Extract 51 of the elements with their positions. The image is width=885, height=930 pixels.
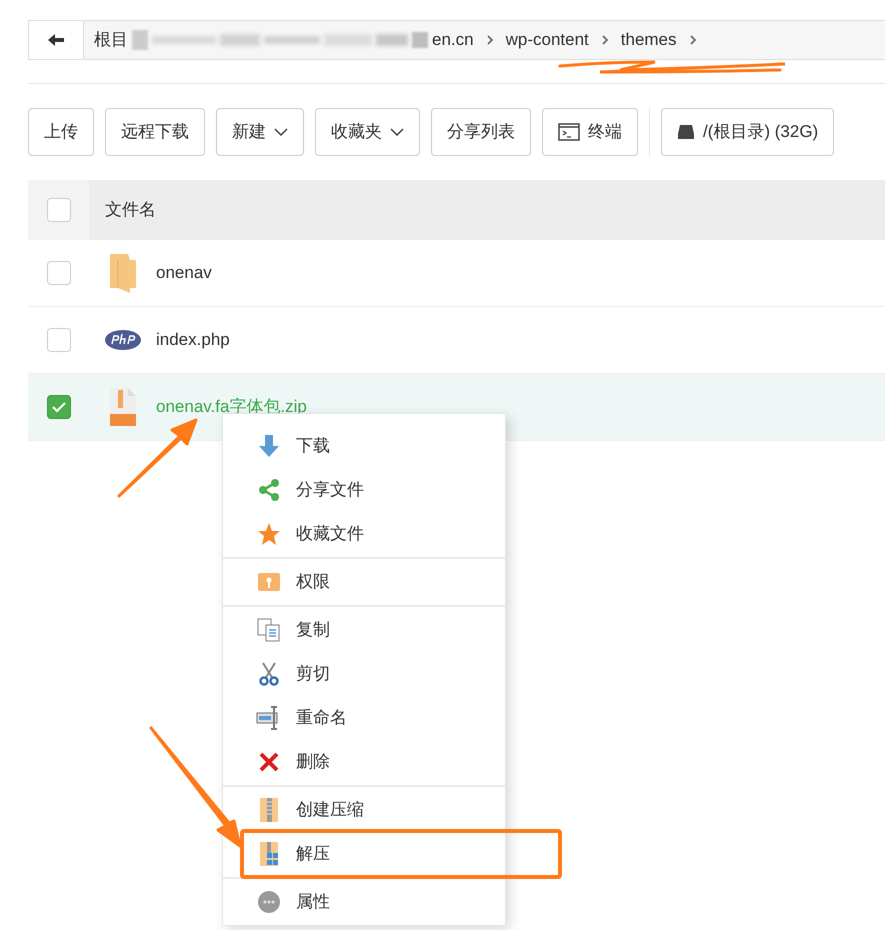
breadcrumb-link[interactable]: wp-content [506,27,589,53]
file-name[interactable]: index.php [144,327,230,353]
key-folder-icon [257,572,281,592]
menu-item[interactable]: 解压 [223,832,505,876]
menu-item[interactable]: 收藏文件 [223,512,505,556]
menu-item[interactable]: 删除 [223,740,505,784]
checkbox[interactable] [46,395,70,419]
zipper-icon [258,841,280,867]
chevron-icon [688,34,697,46]
breadcrumb-link[interactable]: en.cn [432,27,474,53]
file-name[interactable]: onenav [144,260,212,286]
dotted-circle-icon [257,890,281,914]
checkbox[interactable] [46,261,70,285]
copy-icon [257,618,281,642]
toolbar-button[interactable]: 上传 [28,108,94,156]
folder-icon [108,252,138,294]
checkbox[interactable] [46,198,70,222]
caret-icon [390,128,404,136]
menu-item[interactable]: 复制 [223,608,505,652]
chevron-icon [486,34,494,46]
disk-button[interactable]: /(根目录) (32G) [661,108,834,156]
menu-item[interactable]: 剪切 [223,652,505,696]
drive-icon [677,124,695,140]
toolbar-button[interactable]: 收藏夹 [315,108,420,156]
toolbar-button[interactable]: 分享列表 [431,108,531,156]
menu-item[interactable]: 权限 [223,560,505,604]
php-icon [104,329,142,351]
zipper-icon [258,797,280,823]
breadcrumb-link[interactable]: 根目 [94,27,128,53]
star-icon [257,522,281,546]
checkbox[interactable] [46,328,70,352]
toolbar-button[interactable]: 远程下载 [105,108,205,156]
share-icon [257,478,281,502]
back-arrow-icon [47,33,65,47]
check-icon [50,401,66,413]
chevron-icon [600,34,609,46]
menu-item[interactable]: 属性 [223,880,505,924]
back-button[interactable] [29,21,84,59]
close-icon [258,751,280,773]
terminal-icon [558,123,580,141]
menu-item[interactable]: 重命名 [223,696,505,740]
menu-item[interactable]: 创建压缩 [223,788,505,832]
down-arrow-icon [257,434,281,458]
scissors-icon [258,662,280,686]
terminal-button[interactable]: 终端 [542,108,638,156]
zip-file-icon [108,387,138,427]
breadcrumb-link[interactable]: themes [620,27,677,53]
menu-item[interactable]: 分享文件 [223,468,505,512]
column-header[interactable]: 文件名 [89,197,156,223]
caret-icon [274,128,288,136]
toolbar-button[interactable]: 新建 [216,108,304,156]
